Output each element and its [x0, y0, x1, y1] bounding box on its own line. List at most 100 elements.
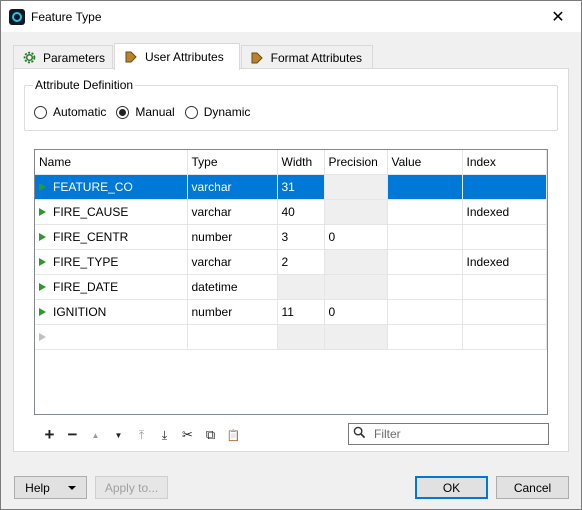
table-row[interactable]: FIRE_TYPE varchar 2 Indexed — [35, 249, 547, 275]
radio-label: Dynamic — [203, 105, 251, 119]
filter-input[interactable] — [372, 426, 542, 442]
search-icon — [353, 426, 366, 442]
cell-type[interactable]: varchar — [187, 199, 278, 225]
paste-button[interactable]: 📋 — [222, 424, 245, 446]
table-row[interactable]: IGNITION number 11 0 — [35, 299, 547, 325]
column-header-type[interactable]: Type — [187, 150, 278, 175]
attribute-arrow-icon — [250, 50, 265, 66]
cell-type[interactable]: number — [187, 224, 278, 250]
cell-value[interactable] — [387, 299, 463, 325]
radio-indicator[interactable] — [34, 105, 47, 119]
cell-index[interactable] — [462, 299, 547, 325]
table-row[interactable]: FIRE_CAUSE varchar 40 Indexed — [35, 199, 547, 225]
tab-user-attributes[interactable]: User Attributes — [114, 43, 240, 70]
cell-index[interactable] — [462, 274, 547, 300]
new-row-arrow-icon — [39, 332, 46, 341]
cell-width[interactable]: 40 — [277, 199, 325, 225]
cell-name[interactable]: FEATURE_CO — [35, 174, 188, 200]
cell-name[interactable]: FIRE_DATE — [35, 274, 188, 300]
radio-label: Automatic — [53, 105, 107, 119]
radio-indicator[interactable] — [116, 105, 130, 119]
attribute-definition-group: Attribute Definition Automatic Manual Dy… — [24, 78, 558, 131]
column-header-width[interactable]: Width — [277, 150, 325, 175]
tab-format-attributes[interactable]: Format Attributes — [241, 45, 373, 69]
attribute-arrow-icon — [123, 49, 139, 65]
cell-precision — [324, 274, 388, 300]
cell-width[interactable]: 31 — [277, 174, 325, 200]
row-arrow-icon — [39, 182, 46, 191]
row-arrow-icon — [39, 282, 46, 291]
table-row[interactable]: FIRE_DATE datetime — [35, 274, 547, 300]
cell-index[interactable] — [462, 224, 547, 250]
column-header-value[interactable]: Value — [387, 150, 463, 175]
cell-width[interactable]: 11 — [277, 299, 325, 325]
cell-value[interactable] — [387, 174, 463, 200]
cell-type[interactable] — [187, 324, 278, 350]
cell-name[interactable]: FIRE_CENTR — [35, 224, 188, 250]
radio-automatic[interactable]: Automatic — [34, 105, 106, 119]
column-header-precision[interactable]: Precision — [324, 150, 388, 175]
cell-precision[interactable]: 0 — [324, 299, 388, 325]
group-legend: Attribute Definition — [33, 78, 136, 92]
cell-name[interactable]: IGNITION — [35, 299, 188, 325]
cell-name[interactable]: FIRE_TYPE — [35, 249, 188, 275]
title-bar: Feature Type ✕ — [1, 1, 581, 32]
add-attribute-button[interactable]: + — [38, 424, 61, 446]
attribute-toolbar: + − ▲ ▼ ⤒ ⤓ ✂ ⧉ 📋 — [38, 424, 245, 446]
cell-index[interactable]: Indexed — [462, 199, 547, 225]
row-arrow-icon — [39, 257, 46, 266]
cell-type[interactable]: datetime — [187, 274, 278, 300]
close-button[interactable]: ✕ — [535, 1, 581, 32]
radio-indicator[interactable] — [184, 105, 198, 119]
cell-type[interactable]: varchar — [187, 174, 278, 200]
cell-index[interactable]: Indexed — [462, 249, 547, 275]
move-down-button[interactable]: ▼ — [107, 424, 130, 446]
cell-precision — [324, 324, 388, 350]
ok-button[interactable]: OK — [415, 476, 488, 499]
cell-value[interactable] — [387, 224, 463, 250]
move-to-bottom-button[interactable]: ⤓ — [153, 424, 176, 446]
row-arrow-icon — [39, 207, 46, 216]
apply-to-button[interactable]: Apply to... — [95, 476, 168, 499]
window-title: Feature Type — [31, 9, 102, 24]
cell-precision — [324, 199, 388, 225]
cell-precision — [324, 249, 388, 275]
filter-box[interactable] — [348, 423, 549, 445]
tab-label: User Attributes — [145, 50, 224, 64]
remove-attribute-button[interactable]: − — [61, 424, 84, 446]
move-to-top-button[interactable]: ⤒ — [130, 424, 153, 446]
cell-value[interactable] — [387, 324, 463, 350]
cell-width[interactable]: 3 — [277, 224, 325, 250]
cell-precision[interactable]: 0 — [324, 224, 388, 250]
gear-icon — [22, 50, 37, 66]
cell-type[interactable]: varchar — [187, 249, 278, 275]
cell-type[interactable]: number — [187, 299, 278, 325]
help-button[interactable]: Help — [14, 476, 87, 499]
user-attributes-panel: Attribute Definition Automatic Manual Dy… — [13, 68, 569, 452]
cell-width[interactable]: 2 — [277, 249, 325, 275]
tab-label: Format Attributes — [270, 50, 362, 65]
radio-dynamic[interactable]: Dynamic — [184, 105, 251, 119]
cut-button[interactable]: ✂ — [176, 424, 199, 446]
cell-index[interactable] — [462, 324, 547, 350]
cell-name[interactable]: FIRE_CAUSE — [35, 199, 188, 225]
copy-button[interactable]: ⧉ — [199, 424, 222, 446]
move-up-button[interactable]: ▲ — [84, 424, 107, 446]
attributes-grid[interactable]: Name Type Width Precision Value Index FE… — [34, 149, 548, 415]
column-header-index[interactable]: Index — [462, 150, 547, 175]
cell-value[interactable] — [387, 274, 463, 300]
chevron-down-icon[interactable] — [67, 485, 76, 490]
column-header-name[interactable]: Name — [35, 150, 188, 175]
cell-value[interactable] — [387, 249, 463, 275]
tab-parameters[interactable]: Parameters — [13, 45, 113, 69]
table-row[interactable]: FIRE_CENTR number 3 0 — [35, 224, 547, 250]
cell-name[interactable] — [35, 324, 188, 350]
table-row[interactable]: FEATURE_CO varchar 31 — [35, 174, 547, 200]
radio-manual[interactable]: Manual — [116, 105, 175, 119]
cancel-button[interactable]: Cancel — [496, 476, 569, 499]
row-arrow-icon — [39, 232, 46, 241]
radio-label: Manual — [135, 105, 175, 119]
cell-value[interactable] — [387, 199, 463, 225]
cell-index[interactable] — [462, 174, 547, 200]
new-row[interactable] — [35, 324, 547, 350]
